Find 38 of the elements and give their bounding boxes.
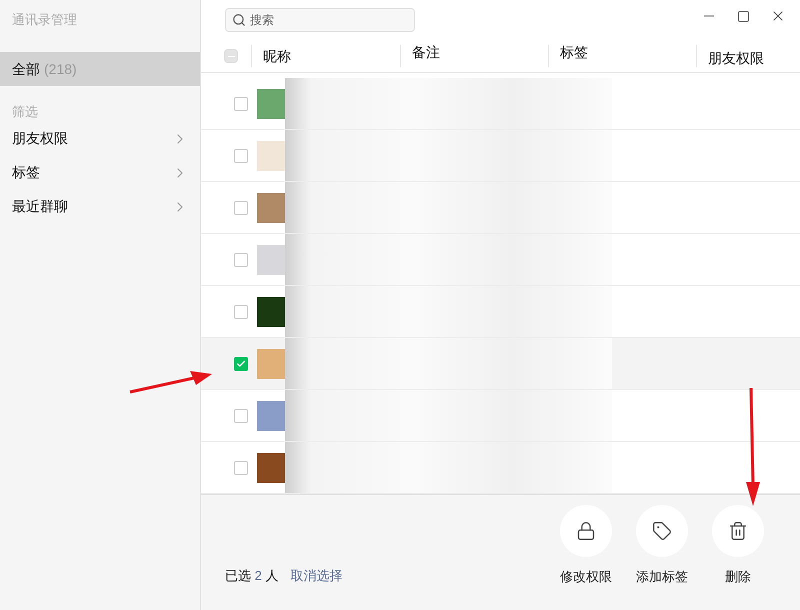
column-header[interactable]: 昵称	[263, 46, 291, 67]
avatar-placeholder	[257, 348, 285, 379]
avatar-placeholder	[257, 88, 285, 119]
column-header[interactable]: 标签	[560, 42, 588, 63]
avatar-placeholder	[257, 192, 285, 223]
row-checkbox[interactable]	[234, 356, 248, 371]
search-icon	[232, 13, 246, 27]
selection-count-text: 已选 2 人	[225, 566, 278, 585]
section-label: 筛选	[11, 103, 39, 121]
row-checkbox[interactable]	[234, 96, 248, 111]
row-checkbox[interactable]	[234, 200, 248, 215]
trash-icon	[728, 520, 748, 541]
row-checkbox[interactable]	[234, 304, 248, 319]
tag-icon	[652, 520, 672, 541]
column-header[interactable]: 备注	[412, 42, 440, 63]
avatar-placeholder	[257, 140, 285, 171]
sidebar-item[interactable]: 最近群聊	[0, 190, 200, 224]
row-checkbox[interactable]	[234, 408, 248, 423]
avatar-placeholder	[257, 452, 285, 483]
window-title: 通讯录管理	[11, 11, 78, 29]
contact-row[interactable]	[201, 442, 800, 494]
sidebar-item[interactable]: 标签	[0, 156, 200, 190]
avatar-placeholder	[257, 400, 285, 431]
search-field[interactable]: 搜索	[225, 8, 415, 32]
column-header[interactable]: 朋友权限	[708, 48, 764, 69]
avatar-placeholder	[257, 296, 285, 327]
avatar-placeholder	[257, 244, 285, 275]
contact-row[interactable]	[201, 286, 800, 338]
row-checkbox[interactable]	[234, 252, 248, 267]
select-all-checkbox[interactable]	[224, 49, 238, 64]
maximize-icon[interactable]	[737, 10, 750, 22]
sidebar-item[interactable]: 朋友权限	[0, 122, 200, 156]
row-checkbox[interactable]	[234, 148, 248, 163]
lock-icon	[576, 520, 596, 541]
sidebar-item[interactable]: 全部 (218)	[0, 52, 200, 86]
cancel-selection-link[interactable]: 取消选择	[290, 566, 342, 586]
check-icon	[236, 358, 246, 369]
row-checkbox[interactable]	[234, 460, 248, 475]
